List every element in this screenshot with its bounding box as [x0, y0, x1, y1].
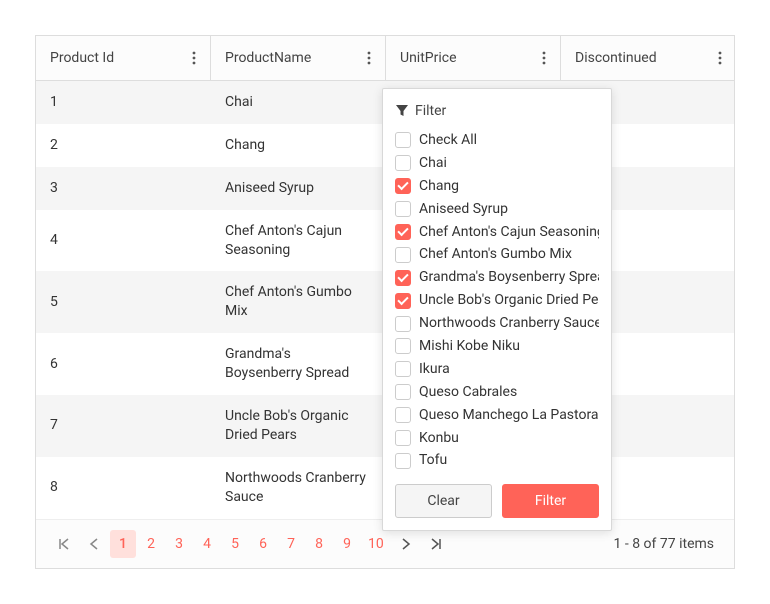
cell-productid: 4: [36, 210, 211, 272]
pager-first-button[interactable]: [50, 530, 78, 558]
filter-checkbox-item[interactable]: Grandma's Boysenberry Spread: [395, 266, 599, 289]
filter-button[interactable]: Filter: [502, 484, 599, 518]
filter-checkbox-list: Check All Chai Chang Aniseed Syrup Chef Anto…: [383, 129, 611, 472]
grid-header-row: Product Id ProductName UnitPrice Discont…: [36, 36, 734, 81]
filter-item-label: Chef Anton's Gumbo Mix: [419, 245, 572, 264]
column-menu-icon[interactable]: [363, 51, 375, 65]
checkbox[interactable]: [395, 247, 411, 263]
filter-item-label: Northwoods Cranberry Sauce: [419, 314, 599, 333]
checkbox[interactable]: [395, 155, 411, 171]
filter-item-label: Queso Cabrales: [419, 383, 517, 402]
pager-page-8[interactable]: 8: [306, 530, 332, 558]
column-menu-icon[interactable]: [714, 51, 726, 65]
checkbox[interactable]: [395, 384, 411, 400]
cell-productid: 3: [36, 167, 211, 210]
filter-item-label: Aniseed Syrup: [419, 200, 508, 219]
checkbox[interactable]: [395, 361, 411, 377]
filter-icon: [395, 104, 409, 118]
pager-page-10[interactable]: 10: [362, 530, 390, 558]
pager-page-6[interactable]: 6: [250, 530, 276, 558]
filter-title-label: Filter: [415, 103, 446, 119]
filter-item-label: Check All: [419, 131, 477, 150]
checkbox[interactable]: [395, 201, 411, 217]
cell-productname: Northwoods Cranberry Sauce: [211, 457, 386, 519]
filter-item-label: Grandma's Boysenberry Spread: [419, 268, 599, 287]
filter-item-label: Chai: [419, 154, 447, 173]
filter-popup-title: Filter: [383, 99, 611, 129]
checkbox[interactable]: [395, 407, 411, 423]
filter-checkbox-item[interactable]: Chang: [395, 175, 599, 198]
clear-button[interactable]: Clear: [395, 484, 492, 518]
filter-checkbox-item[interactable]: Tofu: [395, 449, 599, 472]
column-header-label: UnitPrice: [400, 50, 457, 66]
cell-productid: 7: [36, 395, 211, 457]
column-header-label: Product Id: [50, 50, 114, 66]
column-menu-icon[interactable]: [188, 51, 200, 65]
filter-checkbox-item[interactable]: Aniseed Syrup: [395, 198, 599, 221]
filter-item-label: Tofu: [419, 451, 447, 470]
filter-checkbox-item[interactable]: Chef Anton's Gumbo Mix: [395, 243, 599, 266]
pager-page-7[interactable]: 7: [278, 530, 304, 558]
filter-checkbox-item[interactable]: Mishi Kobe Niku: [395, 335, 599, 358]
column-header-label: Discontinued: [575, 50, 657, 66]
column-header-label: ProductName: [225, 50, 311, 66]
column-header-productname[interactable]: ProductName: [211, 36, 386, 80]
column-header-discontinued[interactable]: Discontinued: [561, 36, 736, 80]
pager-page-4[interactable]: 4: [194, 530, 220, 558]
filter-item-label: Ikura: [419, 360, 450, 379]
checkbox[interactable]: [395, 224, 411, 240]
cell-productname: Aniseed Syrup: [211, 167, 386, 210]
checkbox[interactable]: [395, 453, 411, 469]
filter-checkbox-item[interactable]: Northwoods Cranberry Sauce: [395, 312, 599, 335]
pager-page-2[interactable]: 2: [138, 530, 164, 558]
cell-productid: 1: [36, 81, 211, 124]
cell-productid: 2: [36, 124, 211, 167]
cell-productname: Chang: [211, 124, 386, 167]
filter-checkbox-item[interactable]: Chai: [395, 152, 599, 175]
pager-info: 1 - 8 of 77 items: [614, 536, 720, 552]
checkbox[interactable]: [395, 316, 411, 332]
filter-checkbox-item[interactable]: Uncle Bob's Organic Dried Pears: [395, 289, 599, 312]
filter-item-label: Uncle Bob's Organic Dried Pears: [419, 291, 599, 310]
filter-checkbox-item[interactable]: Queso Cabrales: [395, 381, 599, 404]
checkbox[interactable]: [395, 270, 411, 286]
pager-last-button[interactable]: [422, 530, 450, 558]
filter-item-label: Konbu: [419, 429, 459, 448]
pager-page-9[interactable]: 9: [334, 530, 360, 558]
checkbox[interactable]: [395, 338, 411, 354]
filter-item-label: Queso Manchego La Pastora: [419, 406, 599, 425]
filter-checkbox-item[interactable]: Konbu: [395, 427, 599, 450]
cell-productname: Grandma's Boysenberry Spread: [211, 333, 386, 395]
filter-actions: Clear Filter: [383, 472, 611, 520]
pager-next-button[interactable]: [392, 530, 420, 558]
filter-checkbox-item[interactable]: Check All: [395, 129, 599, 152]
filter-checkbox-item[interactable]: Chef Anton's Cajun Seasoning: [395, 221, 599, 244]
column-header-unitprice[interactable]: UnitPrice: [386, 36, 561, 80]
cell-productname: Chef Anton's Gumbo Mix: [211, 271, 386, 333]
cell-productid: 8: [36, 457, 211, 519]
pager-page-5[interactable]: 5: [222, 530, 248, 558]
cell-productid: 6: [36, 333, 211, 395]
data-grid: Product Id ProductName UnitPrice Discont…: [35, 35, 735, 569]
filter-checkbox-item[interactable]: Ikura: [395, 358, 599, 381]
filter-checkbox-item[interactable]: Queso Manchego La Pastora: [395, 404, 599, 427]
cell-productid: 5: [36, 271, 211, 333]
checkbox[interactable]: [395, 178, 411, 194]
checkbox[interactable]: [395, 293, 411, 309]
column-header-productid[interactable]: Product Id: [36, 36, 211, 80]
pager-page-3[interactable]: 3: [166, 530, 192, 558]
filter-popup: Filter Check AllChaiChangAniseed SyrupCh…: [382, 88, 612, 531]
pager-nav: 12345678910: [50, 530, 450, 558]
filter-item-label: Mishi Kobe Niku: [419, 337, 520, 356]
cell-productname: Chef Anton's Cajun Seasoning: [211, 210, 386, 272]
cell-productname: Chai: [211, 81, 386, 124]
pager-prev-button[interactable]: [80, 530, 108, 558]
filter-item-label: Chef Anton's Cajun Seasoning: [419, 223, 599, 242]
checkbox[interactable]: [395, 132, 411, 148]
column-menu-icon[interactable]: [538, 51, 550, 65]
checkbox[interactable]: [395, 430, 411, 446]
cell-productname: Uncle Bob's Organic Dried Pears: [211, 395, 386, 457]
filter-item-label: Chang: [419, 177, 459, 196]
pager-page-1[interactable]: 1: [110, 530, 136, 558]
